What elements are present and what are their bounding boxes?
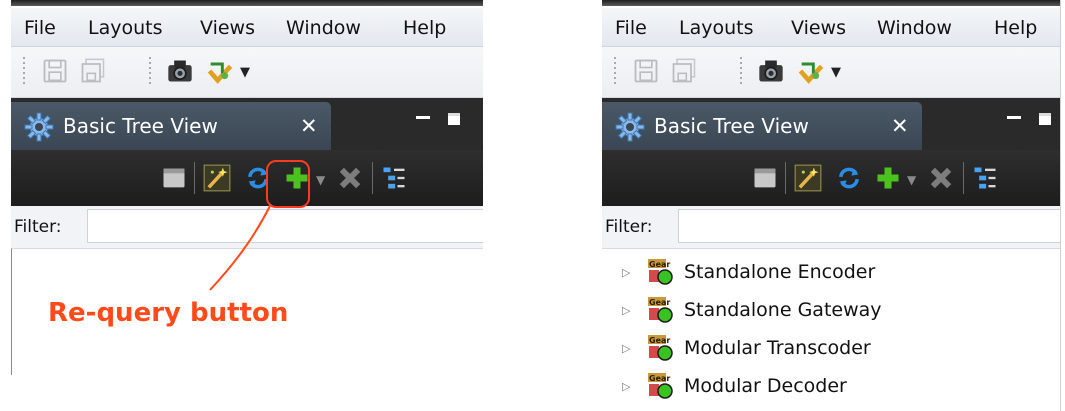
tab-close-icon[interactable]: ✕ [891,114,909,138]
expand-arrow-icon[interactable]: ▷ [622,266,630,279]
tree-item[interactable]: ▷ Gear Standalone Gateway [602,292,1060,330]
menu-views[interactable]: Views [791,17,846,39]
minimize-icon[interactable] [1004,108,1024,128]
window-top-edge [602,0,1060,6]
filter-label: Filter: [605,217,653,237]
requery-annotation-label: Re-query button [48,298,289,328]
gear-status-icon: Gear [648,297,673,323]
svg-text:Gear: Gear [649,260,670,269]
tree-layout-icon[interactable] [971,164,999,192]
tree-item-label: Modular Decoder [684,375,847,397]
expand-arrow-icon[interactable]: ▷ [622,342,630,355]
toolbar-grip-2[interactable] [740,57,742,87]
gear-status-icon: Gear [648,335,673,361]
toolbar-separator-2 [963,162,964,194]
toolbar-grip[interactable] [614,57,616,87]
menu-help[interactable]: Help [994,17,1037,39]
expand-arrow-icon[interactable]: ▷ [622,380,630,393]
camera-icon[interactable] [757,57,785,85]
gear-icon [615,112,645,142]
panel-icon[interactable] [751,164,779,192]
wand-icon[interactable] [794,164,822,192]
view-title: Basic Tree View [654,114,809,138]
menu-bar: File Layouts Views Window Help [602,8,1060,47]
save-icon[interactable] [632,57,660,85]
gear-status-icon: Gear [648,373,673,399]
tree-view: ▷ Gear Standalone Encoder ▷ Gear Standal… [602,248,1060,411]
view-toolbar: ▼ [602,150,1060,206]
view-header: Basic Tree View ✕ [602,98,1060,150]
tree-item-label: Standalone Encoder [684,261,876,283]
expand-arrow-icon[interactable]: ▷ [622,304,630,317]
add-icon[interactable] [874,164,902,192]
tab-basic-tree-view[interactable]: Basic Tree View ✕ [602,102,922,150]
dropdown-arrow-icon[interactable]: ▼ [831,65,841,80]
filter-bar: Filter: [602,206,1060,248]
menu-window[interactable]: Window [877,17,952,39]
toolbar-separator [785,162,786,194]
tree-item-label: Standalone Gateway [684,299,882,321]
save-all-icon[interactable] [670,57,698,85]
tree-item-label: Modular Transcoder [684,337,871,359]
svg-text:Gear: Gear [649,336,670,345]
main-toolbar: ▼ [602,47,1060,98]
tree-item[interactable]: ▷ Gear Modular Decoder [602,368,1060,406]
delete-icon[interactable] [927,164,955,192]
dropdown-icon[interactable]: ▼ [907,173,916,187]
menu-layouts[interactable]: Layouts [679,17,754,39]
maximize-icon[interactable] [1035,108,1055,128]
refresh-icon[interactable] [835,164,863,192]
right-panel: File Layouts Views Window Help ▼ Basic T… [602,0,1061,411]
gear-status-icon: Gear [648,259,673,285]
svg-text:Gear: Gear [649,298,670,307]
tree-item[interactable]: ▷ Gear Modular Transcoder [602,330,1060,368]
layout-icon[interactable] [797,57,825,85]
filter-input[interactable] [678,209,1060,243]
menu-file[interactable]: File [615,17,647,39]
svg-text:Gear: Gear [649,374,670,383]
left-panel: File Layouts Views Window Help ▼ Basic T… [11,0,483,375]
tree-item[interactable]: ▷ Gear Standalone Encoder [602,254,1060,292]
